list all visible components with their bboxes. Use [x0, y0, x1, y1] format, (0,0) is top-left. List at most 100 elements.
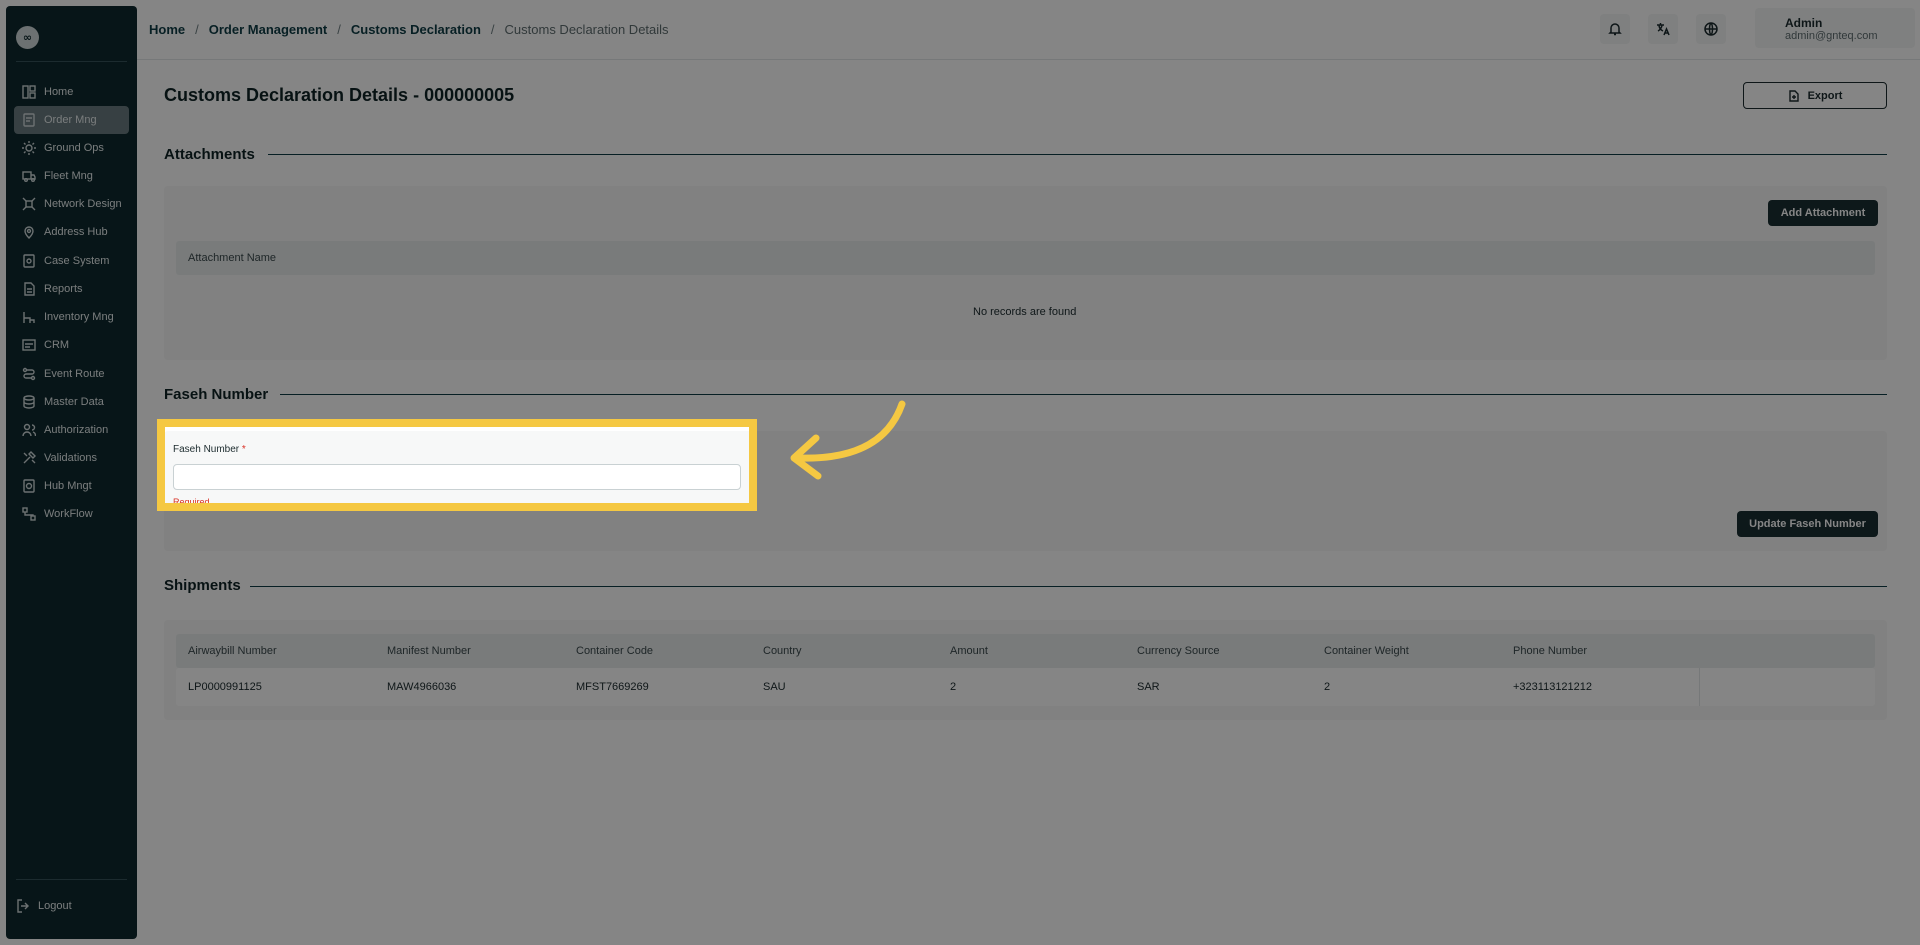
sidebar-item-master-data[interactable]: Master Data	[14, 388, 129, 416]
app-logo[interactable]: ∞	[16, 26, 39, 49]
sidebar-divider	[16, 61, 127, 62]
sidebar-item-order-mng[interactable]: Order Mng	[14, 106, 129, 134]
sidebar-item-label: Case System	[44, 255, 110, 267]
translate-icon	[1657, 23, 1670, 36]
network-icon	[22, 197, 36, 211]
breadcrumb-home[interactable]: Home	[149, 22, 185, 37]
users-icon	[22, 423, 36, 437]
table-cell: +323113121212	[1513, 681, 1593, 693]
sidebar-item-validations[interactable]: Validations	[14, 444, 129, 472]
required-mark: *	[241, 444, 246, 455]
workflow-icon	[22, 507, 36, 521]
database-icon	[22, 395, 36, 409]
notifications-button[interactable]	[1600, 14, 1630, 44]
sidebar-item-fleet-mng[interactable]: Fleet Mng	[14, 162, 129, 190]
sidebar-item-home[interactable]: Home	[14, 78, 129, 106]
user-name: Admin	[1785, 16, 1823, 30]
breadcrumb-order-management[interactable]: Order Management	[209, 22, 327, 37]
globe-icon	[1704, 22, 1718, 36]
bell-icon	[1608, 23, 1622, 36]
section-divider	[268, 154, 1887, 155]
table-row[interactable]: LP0000991125 MAW4966036 MFST7669269 SAU …	[176, 668, 1875, 706]
sidebar-item-label: Fleet Mng	[44, 170, 93, 182]
shipments-table-header: Airwaybill Number Manifest Number Contai…	[176, 634, 1875, 668]
sidebar-item-label: Master Data	[44, 396, 104, 408]
sidebar-item-hub-mngt[interactable]: Hub Mngt	[14, 472, 129, 500]
column-header[interactable]: Phone Number	[1513, 645, 1587, 657]
export-icon	[1788, 89, 1799, 102]
column-header[interactable]: Amount	[950, 645, 988, 657]
truck-icon	[22, 169, 36, 183]
table-cell: SAU	[763, 681, 786, 693]
hub-icon	[22, 479, 36, 493]
table-cell: 2	[1324, 681, 1331, 693]
field-label-text: Faseh Number	[173, 444, 240, 455]
table-cell: MAW4966036	[387, 681, 457, 693]
table-cell: SAR	[1137, 681, 1160, 693]
shipments-card: Airwaybill Number Manifest Number Contai…	[164, 620, 1887, 720]
sidebar-item-network-design[interactable]: Network Design	[14, 190, 129, 218]
route-icon	[22, 367, 36, 381]
sidebar-item-label: Validations	[44, 452, 97, 464]
sidebar-item-case-system[interactable]: Case System	[14, 247, 129, 275]
sun-icon	[22, 141, 36, 155]
top-header: Home / Order Management / Customs Declaratio…	[137, 0, 1920, 60]
empty-state: No records are found	[973, 306, 1077, 318]
faseh-field-label: Faseh Number *	[173, 444, 246, 455]
export-button[interactable]: Export	[1743, 82, 1887, 109]
breadcrumb-customs-declaration[interactable]: Customs Declaration	[351, 22, 481, 37]
column-header[interactable]: Airwaybill Number	[188, 645, 277, 657]
faseh-number-input[interactable]	[173, 464, 741, 490]
sidebar-item-reports[interactable]: Reports	[14, 275, 129, 303]
order-icon	[22, 113, 36, 127]
column-header[interactable]: Container Code	[576, 645, 653, 657]
translate-button[interactable]	[1648, 14, 1678, 44]
table-cell: LP0000991125	[188, 681, 262, 693]
language-button[interactable]	[1696, 14, 1726, 44]
update-faseh-button[interactable]: Update Faseh Number	[1737, 511, 1878, 537]
column-header[interactable]: Country	[763, 645, 802, 657]
sidebar: ∞ Home Order Mng Ground Ops Fleet Mng Ne…	[6, 6, 137, 939]
sidebar-item-label: Order Mng	[44, 114, 97, 126]
breadcrumb-separator: /	[195, 22, 199, 37]
sidebar-item-label: Address Hub	[44, 226, 108, 238]
sidebar-item-inventory-mng[interactable]: Inventory Mng	[14, 303, 129, 331]
tools-icon	[22, 451, 36, 465]
attachments-title: Attachments	[164, 146, 255, 163]
inventory-icon	[22, 310, 36, 324]
logout-button[interactable]: Logout	[16, 899, 72, 913]
sidebar-item-workflow[interactable]: WorkFlow	[14, 500, 129, 528]
sidebar-item-crm[interactable]: CRM	[14, 331, 129, 359]
faseh-card: Update Faseh Number	[164, 431, 1887, 551]
sidebar-item-authorization[interactable]: Authorization	[14, 416, 129, 444]
export-label: Export	[1807, 89, 1843, 102]
column-header[interactable]: Manifest Number	[387, 645, 471, 657]
faseh-title: Faseh Number	[164, 386, 269, 403]
pin-icon	[22, 225, 36, 239]
sidebar-divider	[16, 879, 127, 880]
sidebar-item-event-route[interactable]: Event Route	[14, 360, 129, 388]
case-icon	[22, 254, 36, 268]
column-header[interactable]: Attachment Name	[188, 252, 276, 264]
table-cell: 2	[950, 681, 957, 693]
sidebar-item-label: Reports	[44, 283, 83, 295]
sidebar-item-label: Home	[44, 86, 74, 98]
report-icon	[22, 282, 36, 296]
column-header[interactable]: Container Weight	[1324, 645, 1409, 657]
sidebar-item-label: Hub Mngt	[44, 480, 92, 492]
column-header[interactable]: Currency Source	[1137, 645, 1220, 657]
sidebar-item-label: Authorization	[44, 424, 109, 436]
user-menu[interactable]: Admin admin@gnteq.com	[1755, 8, 1915, 48]
logout-label: Logout	[38, 900, 72, 912]
add-attachment-button[interactable]: Add Attachment	[1768, 200, 1878, 226]
breadcrumb-separator: /	[490, 22, 495, 37]
section-divider	[250, 586, 1887, 587]
sidebar-item-label: CRM	[44, 339, 70, 351]
sidebar-item-address-hub[interactable]: Address Hub	[14, 218, 129, 246]
page-title: Customs Declaration Details - 000000005	[164, 85, 515, 105]
attachments-table-header: Attachment Name	[176, 241, 1875, 275]
breadcrumb: Home / Order Management / Customs Declaratio…	[149, 22, 669, 37]
breadcrumb-current: Customs Declaration Details	[504, 22, 669, 37]
user-email: admin@gnteq.com	[1785, 30, 1878, 42]
sidebar-item-ground-ops[interactable]: Ground Ops	[14, 134, 129, 162]
